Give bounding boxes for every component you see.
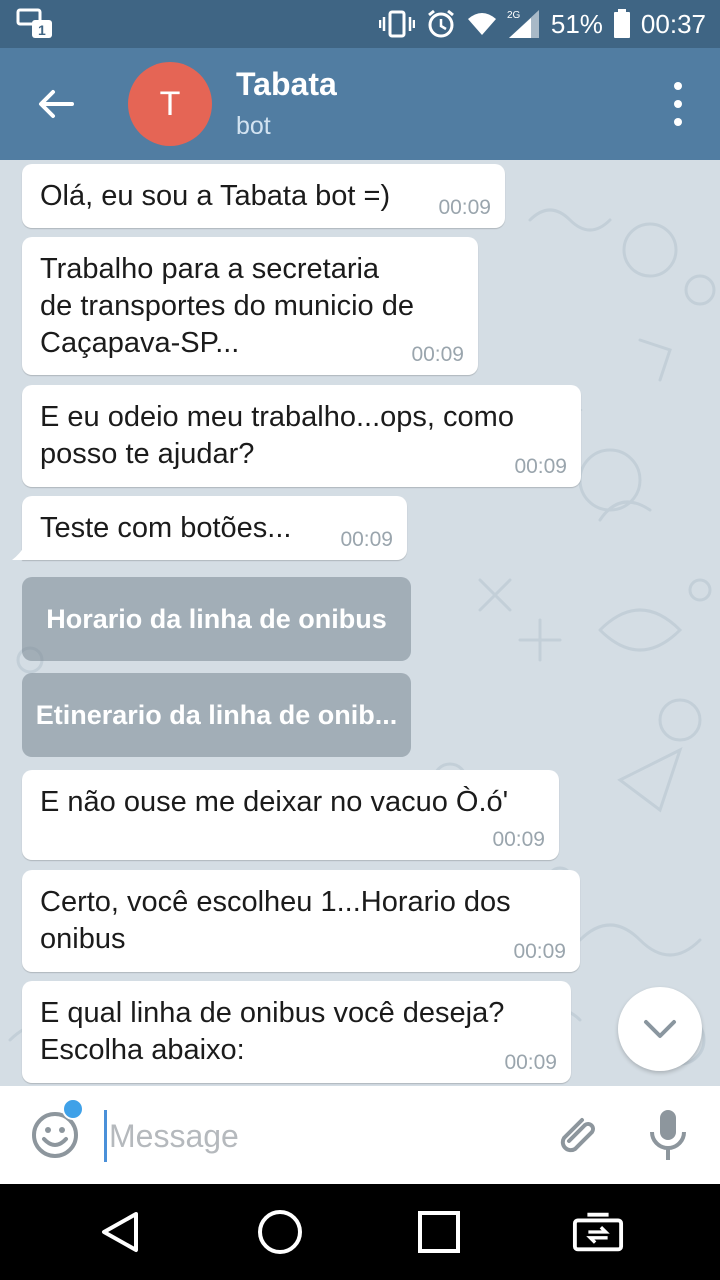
more-options-icon[interactable] [666,82,690,126]
message-bubble[interactable]: Olá, eu sou a Tabata bot =) 00:09 [22,164,505,228]
message-time: 00:09 [438,196,491,219]
message-composer [0,1086,720,1184]
message-text: E eu odeio meu trabalho...ops, como poss… [40,401,514,470]
message-input[interactable] [104,1110,531,1162]
chat-header: T Tabata bot [0,48,720,160]
message-bubble[interactable]: E não ouse me deixar no vacuo Ò.ó' 00:09 [22,770,559,860]
chat-area[interactable]: Olá, eu sou a Tabata bot =) 00:09 Trabal… [0,160,720,1086]
inline-button-horario[interactable]: Horario da linha de onibus [22,577,411,661]
battery-percent: 51% [550,8,603,39]
microphone-icon[interactable] [648,1108,688,1162]
message-time: 00:09 [504,1051,557,1074]
system-nav-bar [0,1184,720,1280]
message-bubble[interactable]: E eu odeio meu trabalho...ops, como poss… [22,385,581,487]
back-triangle-icon[interactable] [94,1206,146,1258]
recents-square-icon[interactable] [413,1206,465,1258]
app-notification-icon: 1 [16,8,56,40]
svg-text:1: 1 [38,22,46,38]
message-text: Trabalho para a secretaria de transporte… [40,253,414,359]
alarm-icon [425,8,457,40]
message-text: E qual linha de onibus você deseja? Esco… [40,997,505,1066]
chat-subtitle: bot [236,112,271,140]
back-arrow-icon[interactable] [30,78,82,130]
scroll-down-button[interactable] [618,987,702,1071]
switch-app-icon[interactable] [572,1206,624,1258]
clock: 00:37 [640,8,706,39]
notification-dot [62,1098,84,1120]
message-bubble[interactable]: Certo, você escolheu 1...Horario dos oni… [22,870,580,972]
chat-title[interactable]: Tabata [236,66,337,103]
vibrate-icon [378,9,415,39]
signal-icon: 2G [507,8,541,40]
avatar-letter: T [159,84,181,123]
inline-button-etinerario[interactable]: Etinerario da linha de onib... [22,673,411,757]
message-text: E não ouse me deixar no vacuo Ò.ó' [40,786,509,818]
bubble-tail [12,544,26,560]
message-bubble[interactable]: E qual linha de onibus você deseja? Esco… [22,981,571,1083]
message-time: 00:09 [513,940,566,963]
attach-icon[interactable] [552,1110,602,1160]
message-time: 00:09 [514,455,567,478]
message-text: Olá, eu sou a Tabata bot =) [40,180,391,212]
message-bubble[interactable]: Trabalho para a secretaria de transporte… [22,237,478,375]
network-type-label: 2G [507,10,521,21]
avatar[interactable]: T [128,62,212,146]
message-text: Certo, você escolheu 1...Horario dos oni… [40,886,511,955]
home-circle-icon[interactable] [254,1206,306,1258]
message-time: 00:09 [340,528,393,551]
status-bar: 1 2G 51% 00:37 [0,0,720,48]
wifi-icon [467,11,497,37]
message-time: 00:09 [492,828,545,851]
message-time: 00:09 [411,343,464,366]
message-text: Teste com botões... [40,512,292,544]
battery-icon [613,9,631,39]
chevron-down-icon [644,1020,676,1038]
message-bubble[interactable]: Teste com botões... 00:09 [22,496,407,560]
